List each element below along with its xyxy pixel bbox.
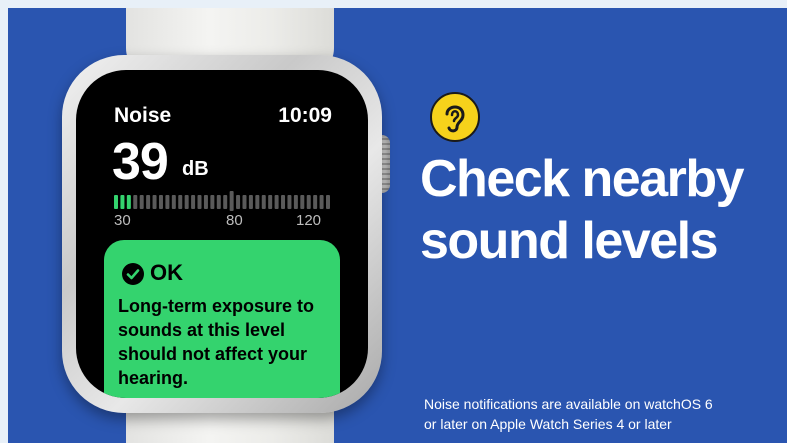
status-card: OK Long-term exposure to sounds at this … [104,240,340,398]
meter-bar [326,195,330,209]
headline-line-2: sound levels [420,212,719,270]
footnote-line-1: Noise notifications are available on wat… [424,396,713,412]
clock-time: 10:09 [278,104,332,127]
meter-bar-active [126,195,131,209]
meter-bar [197,195,202,209]
meter-bar [223,195,228,209]
meter-bar [229,191,234,211]
sound-level-value: 39 [112,133,169,191]
meter-bar [178,195,183,209]
meter-bar [203,195,208,209]
ear-icon [430,92,480,142]
meter-bar [255,195,260,209]
meter-bar [300,195,305,209]
meter-bar [236,195,241,209]
meter-bar [306,195,311,209]
meter-bar [184,195,189,209]
meter-bar [152,195,157,209]
headline: Check nearby sound levels [420,148,745,272]
meter-bar [268,195,273,209]
meter-bar [191,195,196,209]
meter-bar [287,195,292,209]
meter-bar [261,195,266,209]
meter-bar [274,195,279,209]
meter-bar-active [120,195,125,209]
meter-bar [216,195,221,209]
meter-bar [165,195,170,209]
promo-banner: Noise 10:09 39 dB 30 80 120 OK Long-term… [8,8,787,443]
meter-bar [210,195,215,209]
status-message: Long-term exposure to sounds at this lev… [118,296,315,388]
scale-label-mid: 80 [226,212,243,229]
watch-screen: Noise 10:09 39 dB 30 80 120 OK Long-term… [76,70,368,398]
availability-footnote: Noise notifications are available on wat… [424,394,713,434]
meter-bar-active [114,195,118,209]
scale-label-max: 120 [296,212,322,229]
app-title: Noise [114,104,172,127]
footnote-line-2: or later on Apple Watch Series 4 or late… [424,416,672,432]
meter-bar [139,195,144,209]
status-label: OK [150,260,183,285]
checkmark-circle-icon [122,263,144,285]
meter-bar [319,195,324,209]
meter-bar [146,195,151,209]
meter-bar [242,195,247,209]
sound-level-unit: dB [182,158,209,180]
meter-bar [281,195,286,209]
scale-label-min: 30 [114,212,131,229]
headline-line-1: Check nearby [420,150,745,208]
meter-bar [248,195,253,209]
meter-bar [158,195,163,209]
meter-bar [293,195,298,209]
meter-bar [171,195,176,209]
meter-bar [313,195,318,209]
noise-level-meter [114,191,330,211]
meter-bar [133,195,138,209]
